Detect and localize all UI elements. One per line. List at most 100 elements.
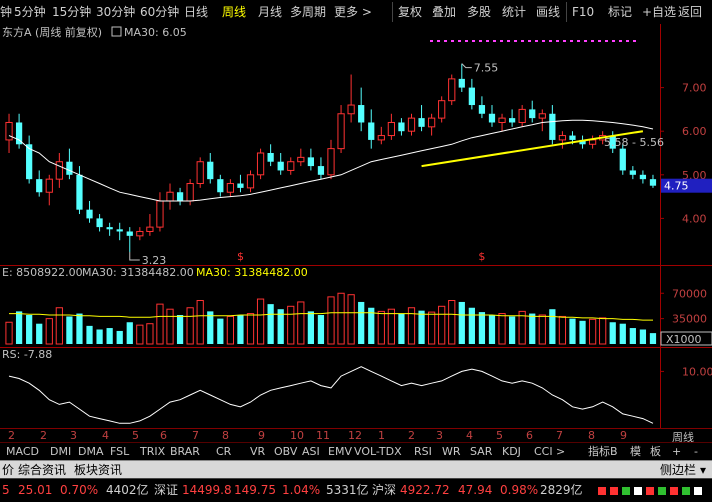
- toolbar-item-10[interactable]: 复权: [398, 3, 422, 21]
- toolbar-item-4[interactable]: 60分钟: [140, 3, 179, 21]
- candle-body: [518, 108, 526, 123]
- candle-body: [588, 139, 597, 145]
- indicator-tab-dma[interactable]: DMA: [78, 445, 104, 459]
- indicator-tab-brar[interactable]: BRAR: [170, 445, 200, 459]
- volume-bar: [186, 307, 194, 345]
- indicator-tab-emv[interactable]: EMV: [328, 445, 352, 459]
- indicator-tab-cci[interactable]: CCI: [534, 445, 553, 459]
- candle-body: [45, 178, 53, 193]
- indicator-tab-cr[interactable]: CR: [216, 445, 231, 459]
- x-axis-label: 1: [378, 429, 385, 442]
- status-item-7: 1.04%: [282, 483, 321, 497]
- volume-bar: [15, 311, 23, 344]
- indicator-tab-macd[interactable]: MACD: [6, 445, 39, 459]
- candle-body: [347, 104, 355, 115]
- volume-bar: [226, 315, 235, 345]
- right-tab-2[interactable]: 板: [650, 445, 661, 459]
- indicator-tab-kdj[interactable]: KDJ: [502, 445, 521, 459]
- status-item-12: 0.98%: [500, 483, 539, 497]
- indicator-tab-asi[interactable]: ASI: [302, 445, 320, 459]
- indicator-tab-trix[interactable]: TRIX: [140, 445, 165, 459]
- candle-body: [337, 113, 345, 150]
- toolbar-item-8[interactable]: 多周期: [290, 3, 326, 21]
- candle-body: [538, 113, 546, 119]
- right-tab-0[interactable]: 指标B: [588, 445, 618, 459]
- candle-body: [136, 230, 144, 237]
- market-indicator-icon: [634, 487, 642, 495]
- indicator-tick-label: 10.00: [682, 365, 712, 378]
- volume-bar: [156, 303, 164, 345]
- zoom-in-button[interactable]: +: [672, 445, 681, 459]
- indicator-tab-vr[interactable]: VR: [250, 445, 265, 459]
- news-tab[interactable]: 综合资讯: [18, 462, 66, 478]
- candle-body: [569, 135, 576, 140]
- toolbar-item-17[interactable]: +自选: [642, 3, 676, 21]
- candle-body: [629, 170, 636, 175]
- price-tab[interactable]: 价: [2, 462, 14, 478]
- volume-bar: [256, 298, 265, 345]
- toolbar-item-11[interactable]: 叠加: [432, 3, 456, 21]
- candle-body: [558, 135, 567, 141]
- indicator-tab-obv[interactable]: OBV: [274, 445, 297, 459]
- toolbar-item-1[interactable]: 5分钟: [14, 3, 46, 21]
- x-axis-label: 9: [620, 429, 627, 442]
- indicator-tab-[interactable]: >: [556, 445, 565, 459]
- stock-chart[interactable]: 7.006.005.004.007.553.235.58 - 5.56$ $4.7…: [0, 24, 712, 430]
- toolbar-item-16[interactable]: 标记: [608, 3, 632, 21]
- indicator-tab-voltdx[interactable]: VOL-TDX: [354, 445, 402, 459]
- candle-body: [106, 227, 113, 230]
- sidebar-toggle[interactable]: 侧边栏: [660, 462, 696, 478]
- volume-bar: [126, 322, 133, 344]
- toolbar-item-13[interactable]: 统计: [502, 3, 526, 21]
- indicator-tab-dmi[interactable]: DMI: [50, 445, 71, 459]
- market-indicator-icon: [622, 487, 630, 495]
- range-label: 5.58 - 5.56: [604, 136, 664, 149]
- toolbar-item-12[interactable]: 多股: [467, 3, 491, 21]
- toolbar-item-9[interactable]: 更多 >: [334, 3, 372, 21]
- toolbar-item-5[interactable]: 日线: [184, 3, 208, 21]
- toolbar-item-2[interactable]: 15分钟: [52, 3, 91, 21]
- sidebar-chevron-icon[interactable]: ▾: [700, 462, 706, 478]
- candle-body: [176, 192, 184, 201]
- zoom-out-button[interactable]: -: [694, 445, 698, 459]
- volume-bar: [347, 294, 355, 345]
- candle-body: [297, 156, 305, 163]
- price-tick-label: 6.00: [682, 125, 707, 138]
- status-item-1: 25.01: [18, 483, 53, 497]
- market-indicator-icon: [670, 487, 678, 495]
- indicator-tab-sar[interactable]: SAR: [470, 445, 492, 459]
- toolbar-item-7[interactable]: 月线: [258, 3, 282, 21]
- x-axis-label: 6: [160, 429, 167, 442]
- status-item-6: 149.75: [234, 483, 276, 497]
- candle-body: [5, 121, 13, 141]
- candle-body: [96, 218, 103, 228]
- sector-news-tab[interactable]: 板块资讯: [74, 462, 122, 478]
- volume-bar: [196, 300, 204, 345]
- indicator-tab-rsi[interactable]: RSI: [414, 445, 432, 459]
- toolbar-item-6[interactable]: 周线: [222, 3, 246, 21]
- indicator-tabs: MACD DMI DMA FSL TRIX BRAR CR VR OBV ASI EMV VOL-TD…: [0, 442, 712, 461]
- market-indicator-icon: [682, 487, 690, 495]
- indicator-label: RS: -7.88: [2, 348, 52, 361]
- indicator-tab-wr[interactable]: WR: [442, 445, 461, 459]
- volume-bar: [5, 321, 13, 345]
- toolbar-item-18[interactable]: 返回: [678, 3, 702, 21]
- volume-bar: [478, 312, 486, 344]
- toolbar-item-15[interactable]: F10: [572, 3, 594, 21]
- volume-bar: [387, 308, 395, 345]
- candle-body: [407, 117, 416, 132]
- status-item-3: 4402亿: [106, 483, 149, 497]
- ma30-label: MA30: 6.05: [124, 26, 187, 39]
- candle-body: [217, 179, 224, 193]
- toolbar-item-14[interactable]: 画线: [536, 3, 560, 21]
- indicator-tab-fsl[interactable]: FSL: [110, 445, 129, 459]
- candle-body: [146, 226, 154, 232]
- candle-body: [55, 161, 63, 180]
- candle-body: [498, 117, 506, 123]
- toolbar-item-0[interactable]: 钟: [0, 3, 12, 21]
- candle-body: [639, 174, 647, 180]
- volume-bar: [66, 316, 73, 344]
- candle-body: [418, 118, 425, 127]
- toolbar-item-3[interactable]: 30分钟: [96, 3, 135, 21]
- right-tab-1[interactable]: 模: [630, 445, 641, 459]
